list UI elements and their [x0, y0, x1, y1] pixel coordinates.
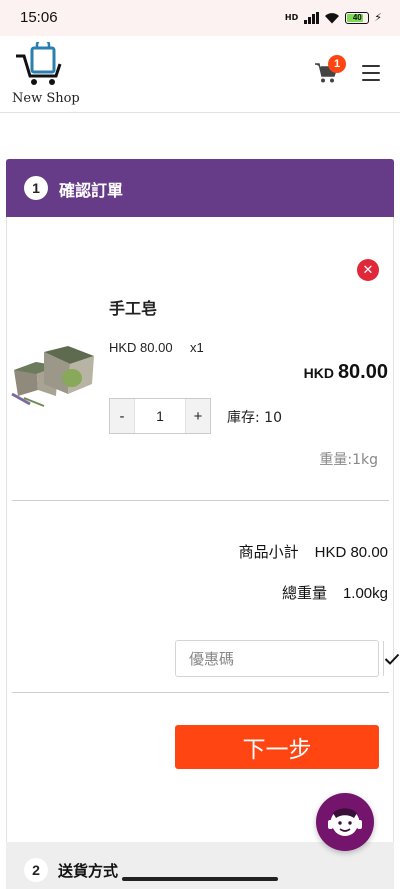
step-confirm-order-card: [6, 159, 394, 889]
product-name: 手工皂: [109, 299, 158, 318]
product-quantity-label: x1: [190, 340, 204, 355]
line-total-amount: 80.00: [337, 361, 388, 383]
quantity-increase-button[interactable]: +: [186, 399, 210, 433]
menu-button[interactable]: [362, 65, 380, 81]
next-step-button[interactable]: 下一步: [175, 725, 379, 769]
status-time: 15:06: [20, 9, 58, 26]
subtotal-row: 商品小計 HKD 80.00: [239, 541, 388, 562]
total-weight-row: 總重量 1.00kg: [282, 582, 388, 603]
stock-label: 庫存: 10: [227, 410, 282, 426]
headset-agent-icon: [328, 808, 362, 836]
step-title: 送貨方式: [58, 862, 119, 880]
quantity-decrease-button[interactable]: -: [110, 399, 134, 433]
shopping-bag-cart-icon: [16, 42, 62, 85]
product-unit-price: HKD 80.00: [109, 340, 173, 355]
step-confirm-order-header[interactable]: 1 確認訂單: [6, 159, 394, 217]
coupon-input[interactable]: [176, 641, 383, 676]
coupon-field: [175, 640, 400, 677]
checkmark-icon: [384, 653, 400, 665]
cart-button[interactable]: 1: [314, 55, 346, 86]
battery-icon: 40: [345, 11, 370, 24]
logo-text: New Shop: [12, 91, 80, 106]
divider: [12, 500, 389, 501]
step-title: 確認訂單: [59, 181, 124, 200]
charging-icon: ⚡: [374, 11, 382, 24]
home-indicator[interactable]: [122, 877, 278, 881]
remove-item-button[interactable]: ✕: [357, 259, 379, 281]
subtotal-label: 商品小計: [238, 543, 299, 561]
hamburger-icon-line: [362, 72, 380, 74]
top-nav: New Shop 1: [0, 36, 400, 113]
wifi-icon: [325, 12, 340, 23]
step-number: 2: [24, 858, 48, 882]
apply-coupon-button[interactable]: [383, 641, 400, 676]
item-weight-label: 重量:1kg: [319, 452, 378, 468]
total-weight-value: 1.00kg: [342, 585, 388, 602]
divider: [12, 692, 389, 693]
step-number: 1: [24, 176, 48, 200]
close-icon: ✕: [362, 262, 374, 278]
status-bar: 15:06 HD 40 ⚡: [0, 0, 400, 36]
soap-image-icon: [11, 346, 94, 407]
total-weight-label: 總重量: [281, 584, 327, 602]
cart-count-badge: 1: [328, 55, 346, 73]
subtotal-value: HKD 80.00: [314, 544, 388, 561]
product-image: [10, 322, 100, 410]
line-total-currency: HKD: [303, 365, 334, 381]
quantity-value[interactable]: 1: [134, 399, 186, 433]
network-type-label: HD: [284, 13, 299, 22]
signal-icon: [304, 11, 320, 24]
battery-level: 40: [352, 13, 362, 22]
quantity-stepper: - 1 +: [109, 398, 211, 434]
product-line-total: HKD 80.00: [304, 361, 388, 384]
hamburger-icon-line: [362, 65, 380, 67]
hamburger-icon-line: [362, 79, 380, 81]
status-icons: HD 40 ⚡: [285, 11, 382, 24]
customer-service-button[interactable]: [316, 793, 374, 851]
shop-logo[interactable]: New Shop: [10, 42, 80, 108]
